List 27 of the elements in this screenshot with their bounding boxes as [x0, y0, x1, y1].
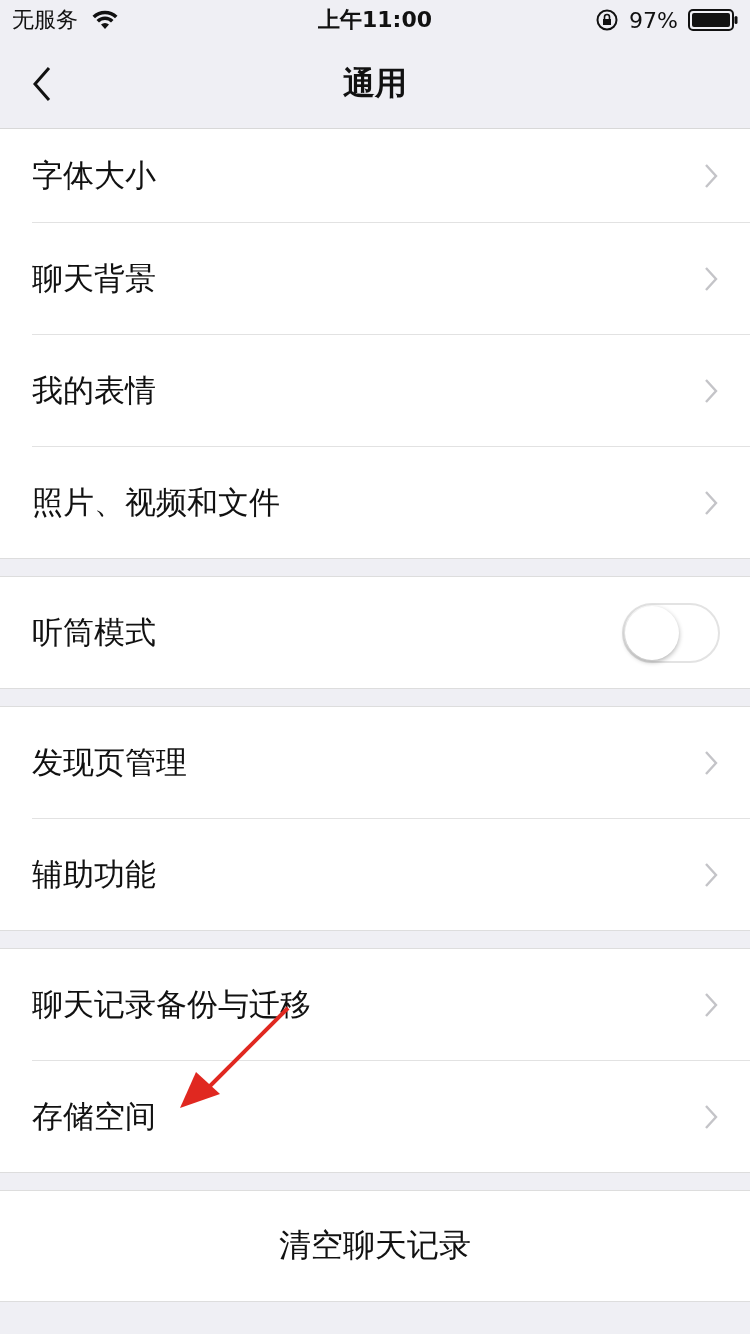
- menu-item[interactable]: 存储空间: [32, 1061, 750, 1172]
- menu-item[interactable]: 照片、视频和文件: [32, 447, 750, 558]
- chevron-icon: [704, 377, 718, 404]
- battery-percent: 97%: [629, 7, 678, 33]
- chevron-icon: [704, 861, 718, 888]
- back-icon: [32, 66, 52, 102]
- clear-chat-history-button[interactable]: 清空聊天记录: [0, 1190, 750, 1302]
- setting-label: 听筒模式: [32, 612, 156, 652]
- page-title: 通用: [342, 63, 408, 104]
- chevron-icon: [704, 991, 718, 1018]
- menu-item[interactable]: 聊天背景: [32, 223, 750, 335]
- rotation-lock-icon: [595, 8, 620, 32]
- chevron-icon: [704, 265, 718, 292]
- menu-item[interactable]: 辅助功能: [32, 819, 750, 930]
- menu-item[interactable]: 字体大小: [32, 129, 750, 223]
- carrier-text: 无服务: [12, 6, 78, 34]
- chevron-icon: [704, 489, 718, 516]
- menu-item[interactable]: 聊天记录备份与迁移: [32, 949, 750, 1061]
- clock-text: 上午11:00: [317, 6, 433, 34]
- wifi-icon: [92, 10, 118, 30]
- menu-item[interactable]: 发现页管理: [32, 707, 750, 819]
- chevron-icon: [704, 1103, 718, 1130]
- menu-item[interactable]: 我的表情: [32, 335, 750, 447]
- toggle-switch[interactable]: [622, 602, 720, 663]
- chevron-icon: [704, 162, 718, 189]
- battery-icon: [688, 9, 738, 31]
- chevron-icon: [704, 749, 718, 776]
